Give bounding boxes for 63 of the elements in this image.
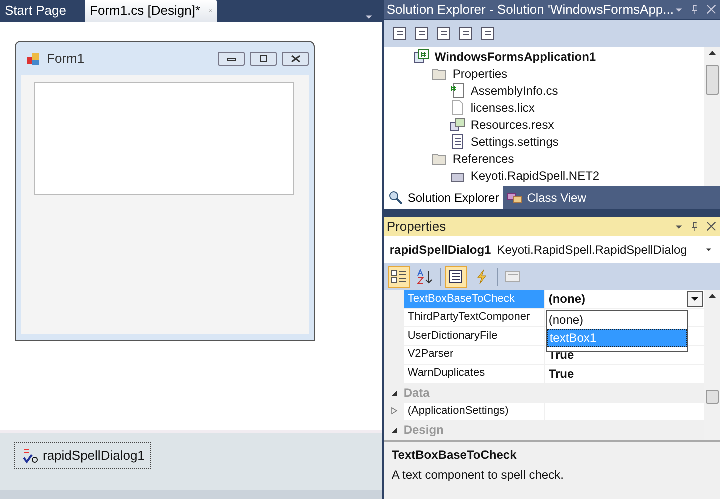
dropdown-option[interactable]: (none) (546, 311, 687, 329)
toolbar-button[interactable] (444, 266, 467, 288)
panel-tab[interactable]: Class View (503, 186, 590, 209)
property-list-icon (448, 268, 464, 284)
property-name[interactable]: UserDictionaryFile (404, 327, 545, 345)
close-button[interactable] (282, 52, 309, 66)
pin-icon (690, 4, 700, 16)
tray-component[interactable]: rapidSpellDialog1 (14, 442, 151, 469)
scrollbar[interactable] (704, 290, 720, 440)
scroll-up-icon[interactable] (708, 51, 716, 55)
panel-title: Properties (386, 218, 448, 236)
property-value: (none) (548, 291, 586, 308)
close-icon (290, 54, 300, 62)
scroll-thumb[interactable] (706, 390, 718, 404)
document-tab[interactable]: Start Page (0, 0, 85, 22)
panel-tab[interactable]: Solution Explorer (384, 186, 504, 209)
document-tab[interactable]: Form1.cs [Design]* (85, 0, 217, 22)
toolbar-button[interactable] (388, 266, 410, 288)
magnifier-icon (388, 190, 404, 206)
minimize-button[interactable] (218, 52, 245, 66)
tree-item[interactable]: Resources.resx (470, 116, 554, 134)
tree-item[interactable]: WindowsFormsApplication1 (434, 48, 596, 66)
dropdown-button[interactable] (687, 291, 703, 307)
property-name[interactable]: V2Parser (404, 346, 545, 364)
tree-item[interactable]: Keyoti.RapidSpell.NET2 (470, 166, 600, 184)
close-icon (706, 221, 717, 232)
expand-icon[interactable] (390, 407, 398, 416)
form-title: Form1 (47, 50, 86, 68)
spell-check-icon (23, 448, 39, 464)
tree-item[interactable]: Properties (452, 64, 508, 82)
form-icon (26, 50, 42, 66)
resource-file-icon (450, 116, 466, 132)
description-title: TextBoxBaseToCheck (392, 447, 518, 464)
scroll-thumb[interactable] (706, 65, 718, 95)
code-file-icon (450, 82, 466, 98)
property-name[interactable]: WarnDuplicates (404, 364, 545, 383)
property-value: True (548, 366, 576, 383)
category-label: Data (404, 384, 430, 402)
categorized-icon (390, 268, 407, 284)
scrollbar[interactable] (704, 47, 720, 186)
pin-icon (690, 220, 700, 232)
property-name[interactable]: (ApplicationSettings) (404, 402, 545, 420)
horizontal-scrollbar[interactable] (0, 490, 382, 499)
object-selector[interactable]: rapidSpellDialog1 Keyoti.RapidSpell.RapidSpellDialog (384, 236, 720, 263)
tree-item[interactable]: licenses.licx (470, 98, 535, 116)
tree-item[interactable]: References (452, 150, 514, 168)
category-label: Design (404, 422, 444, 439)
property-pages-icon (504, 268, 521, 284)
sort-alphabetical-icon (416, 268, 433, 284)
caret-icon (691, 296, 699, 302)
collapse-icon[interactable] (390, 388, 398, 397)
panel-title: Solution Explorer - Solution 'WindowsFormsApp... (386, 0, 674, 19)
property-name[interactable]: ThirdPartyTextComponer (404, 309, 545, 326)
description-text: A text component to spell check. (392, 467, 565, 484)
maximize-button[interactable] (250, 52, 277, 66)
settings-file-icon (450, 134, 466, 150)
tree-item[interactable]: Settings.settings (470, 132, 559, 150)
maximize-icon (258, 54, 268, 62)
file-icon (450, 100, 466, 116)
collapse-icon[interactable] (390, 426, 398, 434)
scroll-up-icon[interactable] (708, 294, 716, 298)
tree-item[interactable]: AssemblyInfo.cs (470, 82, 558, 100)
close-icon (706, 4, 717, 15)
